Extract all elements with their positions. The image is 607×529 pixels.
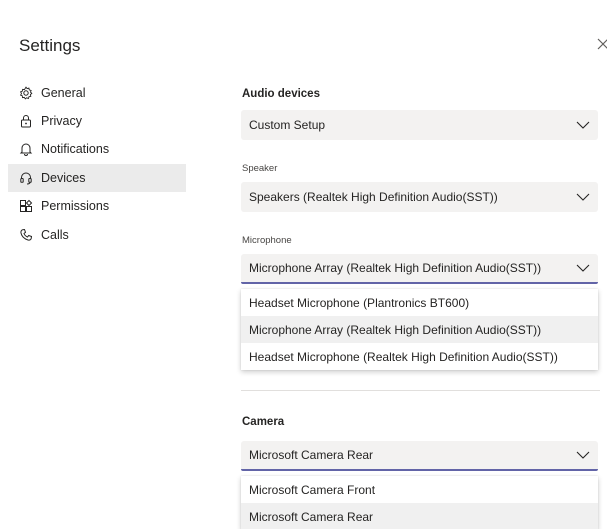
phone-icon [19, 228, 33, 242]
sidebar-item-general[interactable]: General [8, 79, 186, 107]
audio-setup-value: Custom Setup [249, 118, 326, 132]
settings-title: Settings [19, 36, 81, 55]
speaker-label: Speaker [242, 163, 278, 174]
section-divider [241, 390, 600, 391]
chevron-down-icon [576, 193, 590, 201]
audio-devices-heading: Audio devices [242, 88, 320, 100]
sidebar-item-label: Notifications [41, 142, 110, 156]
sidebar-item-privacy[interactable]: Privacy [8, 107, 186, 135]
sidebar-item-calls[interactable]: Calls [8, 221, 186, 249]
gear-icon [19, 86, 33, 100]
microphone-options-menu: Headset Microphone (Plantronics BT600) M… [241, 289, 598, 370]
camera-option[interactable]: Microsoft Camera Front [241, 476, 598, 503]
chevron-down-icon [576, 121, 590, 129]
sidebar-item-label: Privacy [41, 114, 82, 128]
lock-icon [19, 114, 33, 128]
bell-icon [19, 142, 33, 156]
microphone-option[interactable]: Headset Microphone (Plantronics BT600) [241, 289, 598, 316]
sidebar-item-devices[interactable]: Devices [8, 164, 186, 192]
sidebar-item-label: Calls [41, 228, 69, 242]
speaker-value: Speakers (Realtek High Definition Audio(… [249, 190, 498, 204]
camera-option[interactable]: Microsoft Camera Rear [241, 503, 598, 529]
permissions-icon [19, 199, 33, 213]
headset-icon [19, 171, 33, 185]
sidebar-item-permissions[interactable]: Permissions [8, 192, 186, 220]
microphone-option[interactable]: Microphone Array (Realtek High Definitio… [241, 316, 598, 343]
microphone-label: Microphone [242, 235, 292, 246]
camera-value: Microsoft Camera Rear [249, 448, 374, 462]
chevron-down-icon [576, 264, 590, 272]
camera-options-menu: Microsoft Camera Front Microsoft Camera … [241, 476, 598, 529]
camera-heading: Camera [242, 416, 285, 428]
camera-dropdown[interactable]: Microsoft Camera Rear [241, 441, 598, 471]
sidebar-item-label: General [41, 86, 86, 100]
sidebar-item-label: Permissions [41, 199, 110, 213]
microphone-dropdown[interactable]: Microphone Array (Realtek High Definitio… [241, 254, 598, 284]
microphone-option[interactable]: Headset Microphone (Realtek High Definit… [241, 343, 598, 370]
sidebar-item-notifications[interactable]: Notifications [8, 135, 186, 163]
close-button[interactable] [596, 37, 607, 51]
audio-setup-dropdown[interactable]: Custom Setup [241, 110, 598, 140]
speaker-dropdown[interactable]: Speakers (Realtek High Definition Audio(… [241, 182, 598, 212]
microphone-value: Microphone Array (Realtek High Definitio… [249, 261, 542, 275]
chevron-down-icon [576, 451, 590, 459]
close-icon[interactable] [596, 37, 607, 51]
sidebar-item-label: Devices [41, 171, 86, 185]
